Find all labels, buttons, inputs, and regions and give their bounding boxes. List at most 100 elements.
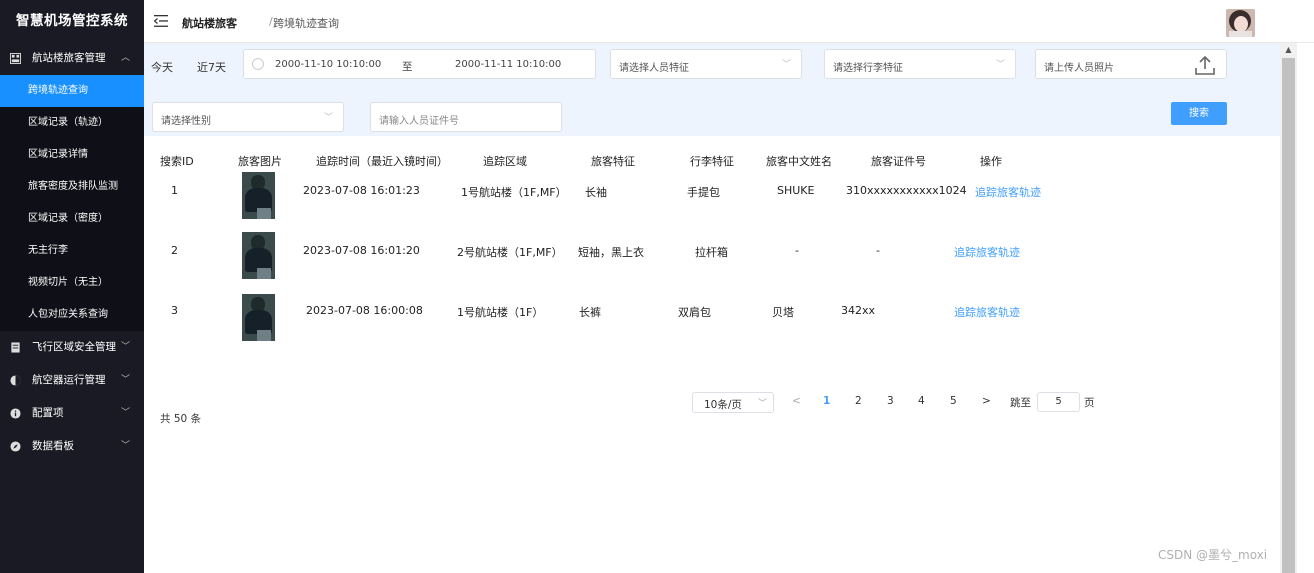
date-range-picker[interactable]: 2000-11-10 10:10:00 至 2000-11-11 10:10:0… [243, 49, 596, 79]
breadcrumb-current: 跨境轨迹查询 [273, 17, 339, 30]
chevron-down-icon: ﹀ [781, 60, 791, 70]
date-range-separator: 至 [402, 61, 413, 73]
sidebar-item-video-clip[interactable]: 视频切片（无主） [0, 267, 144, 299]
chevron-down-icon: ﹀ [120, 441, 130, 451]
cell-time: 2023-07-08 16:01:20 [303, 244, 420, 257]
sidebar-item-cross-border-track[interactable]: 跨境轨迹查询 [0, 75, 144, 107]
app-root: 智慧机场管控系统 航站楼旅客管理 ︿ 跨境轨迹查询 区域记录（轨迹） 区域记录详… [0, 0, 1314, 573]
next-page-button[interactable]: > [982, 395, 991, 407]
avatar[interactable] [1226, 9, 1255, 37]
quick-range-today[interactable]: 今天 [151, 59, 173, 75]
compass-icon [10, 441, 21, 452]
cell-area: 1号航站楼（1F） [457, 306, 544, 319]
person-feature-placeholder: 请选择人员特征 [619, 63, 689, 74]
chevron-down-icon: ﹀ [995, 60, 1005, 70]
prev-page-button[interactable]: < [792, 395, 801, 407]
cell-cert: 310xxxxxxxxxxx1024 [846, 184, 967, 197]
sidebar-group-label: 配置项 [32, 407, 64, 419]
chevron-down-icon: ﹀ [757, 399, 767, 409]
sidebar-group-label: 航空器运行管理 [32, 374, 106, 386]
quick-range-7days[interactable]: 近7天 [197, 59, 226, 75]
col-track-area: 追踪区域 [483, 155, 527, 168]
clock-icon [252, 58, 264, 70]
sidebar-item-density-queue[interactable]: 旅客密度及排队监测 [0, 171, 144, 203]
sidebar-group-aircraft[interactable]: 航空器运行管理 ﹀ [0, 364, 144, 397]
chevron-up-icon: ︿ [120, 53, 130, 63]
top-header: 航站楼旅客 / 跨境轨迹查询 [144, 0, 1314, 43]
sidebar: 智慧机场管控系统 航站楼旅客管理 ︿ 跨境轨迹查询 区域记录（轨迹） 区域记录详… [0, 0, 144, 573]
watermark: CSDN @墨兮_moxi [1158, 548, 1268, 562]
total-count: 共 50 条 [160, 413, 202, 425]
sidebar-group-terminal[interactable]: 航站楼旅客管理 ︿ [0, 42, 144, 75]
chevron-down-icon: ﹀ [323, 113, 333, 123]
col-photo: 旅客图片 [238, 155, 282, 168]
cell-cert: 342xx [841, 304, 876, 317]
cell-feature: 长袖 [585, 186, 607, 199]
col-luggage-feature: 行李特征 [690, 155, 734, 168]
cell-feature: 短袖，黑上衣 [578, 246, 644, 259]
sidebar-group-label: 航站楼旅客管理 [32, 52, 106, 64]
jump-page-input[interactable]: 5 [1037, 392, 1080, 412]
search-button[interactable]: 搜索 [1171, 102, 1227, 125]
col-search-id: 搜索ID [160, 155, 194, 168]
sidebar-item-person-bag[interactable]: 人包对应关系查询 [0, 299, 144, 331]
photo-upload[interactable]: 请上传人员照片 [1035, 49, 1227, 79]
cell-luggage: 拉杆箱 [695, 246, 728, 259]
breadcrumb-terminal[interactable]: 航站楼旅客 [182, 15, 237, 31]
chevron-down-icon: ﹀ [120, 375, 130, 385]
col-track-time: 追踪时间（最近入镜时间） [316, 155, 448, 168]
cell-name: - [795, 244, 799, 257]
col-action: 操作 [980, 155, 1002, 168]
upload-placeholder: 请上传人员照片 [1044, 63, 1114, 74]
track-passenger-link[interactable]: 追踪旅客轨迹 [954, 304, 1020, 320]
cell-cert: - [876, 244, 880, 257]
scrollbar-thumb[interactable] [1282, 58, 1295, 573]
sidebar-item-area-record-density[interactable]: 区域记录（密度） [0, 203, 144, 235]
track-passenger-link[interactable]: 追踪旅客轨迹 [975, 184, 1041, 200]
menu-fold-icon[interactable] [154, 14, 168, 28]
sidebar-item-area-record-detail[interactable]: 区域记录详情 [0, 139, 144, 171]
cell-area: 2号航站楼（1F,MF） [457, 246, 563, 259]
cell-luggage: 手提包 [687, 186, 720, 199]
page-size-value: 10条/页 [704, 399, 742, 411]
sidebar-item-area-record-track[interactable]: 区域记录（轨迹） [0, 107, 144, 139]
sidebar-group-config[interactable]: 配置项 ﹀ [0, 397, 144, 430]
sidebar-group-label: 数据看板 [32, 440, 74, 452]
half-circle-icon [10, 375, 21, 386]
id-number-placeholder: 请输入人员证件号 [379, 116, 459, 127]
page-2[interactable]: 2 [855, 395, 862, 407]
gender-select[interactable]: 请选择性别 ﹀ [152, 102, 344, 132]
scroll-up-arrow-icon[interactable]: ▲ [1280, 43, 1297, 57]
page-4[interactable]: 4 [918, 395, 925, 407]
cell-id: 3 [171, 304, 178, 317]
passenger-photo[interactable] [242, 294, 275, 341]
cell-luggage: 双肩包 [678, 306, 711, 319]
cell-id: 1 [171, 184, 178, 197]
filter-panel: 今天 近7天 2000-11-10 10:10:00 至 2000-11-11 … [144, 43, 1280, 136]
chevron-down-icon: ﹀ [120, 342, 130, 352]
date-start[interactable]: 2000-11-10 10:10:00 [275, 59, 381, 70]
chevron-down-icon: ﹀ [120, 408, 130, 418]
page-1[interactable]: 1 [823, 395, 830, 407]
passenger-photo[interactable] [242, 172, 275, 219]
sidebar-group-label: 飞行区域安全管理 [32, 341, 116, 353]
id-number-input[interactable]: 请输入人员证件号 [370, 102, 562, 132]
track-passenger-link[interactable]: 追踪旅客轨迹 [954, 244, 1020, 260]
sidebar-group-dashboard[interactable]: 数据看板 ﹀ [0, 430, 144, 463]
info-icon [10, 408, 21, 419]
person-feature-select[interactable]: 请选择人员特征 ﹀ [610, 49, 802, 79]
jump-label: 跳至 [1010, 397, 1031, 409]
upload-icon[interactable] [1194, 54, 1216, 76]
cell-feature: 长裤 [579, 306, 601, 319]
page-size-select[interactable]: 10条/页 ﹀ [692, 392, 774, 413]
luggage-feature-select[interactable]: 请选择行李特征 ﹀ [824, 49, 1016, 79]
cell-id: 2 [171, 244, 178, 257]
page-3[interactable]: 3 [887, 395, 894, 407]
cell-area: 1号航站楼（1F,MF） [461, 186, 567, 199]
sidebar-item-unattended-luggage[interactable]: 无主行李 [0, 235, 144, 267]
passenger-photo[interactable] [242, 232, 275, 279]
sidebar-group-flight-area[interactable]: 飞行区域安全管理 ﹀ [0, 331, 144, 364]
date-end[interactable]: 2000-11-11 10:10:00 [455, 59, 561, 70]
grid-icon [10, 53, 21, 64]
page-5[interactable]: 5 [950, 395, 957, 407]
